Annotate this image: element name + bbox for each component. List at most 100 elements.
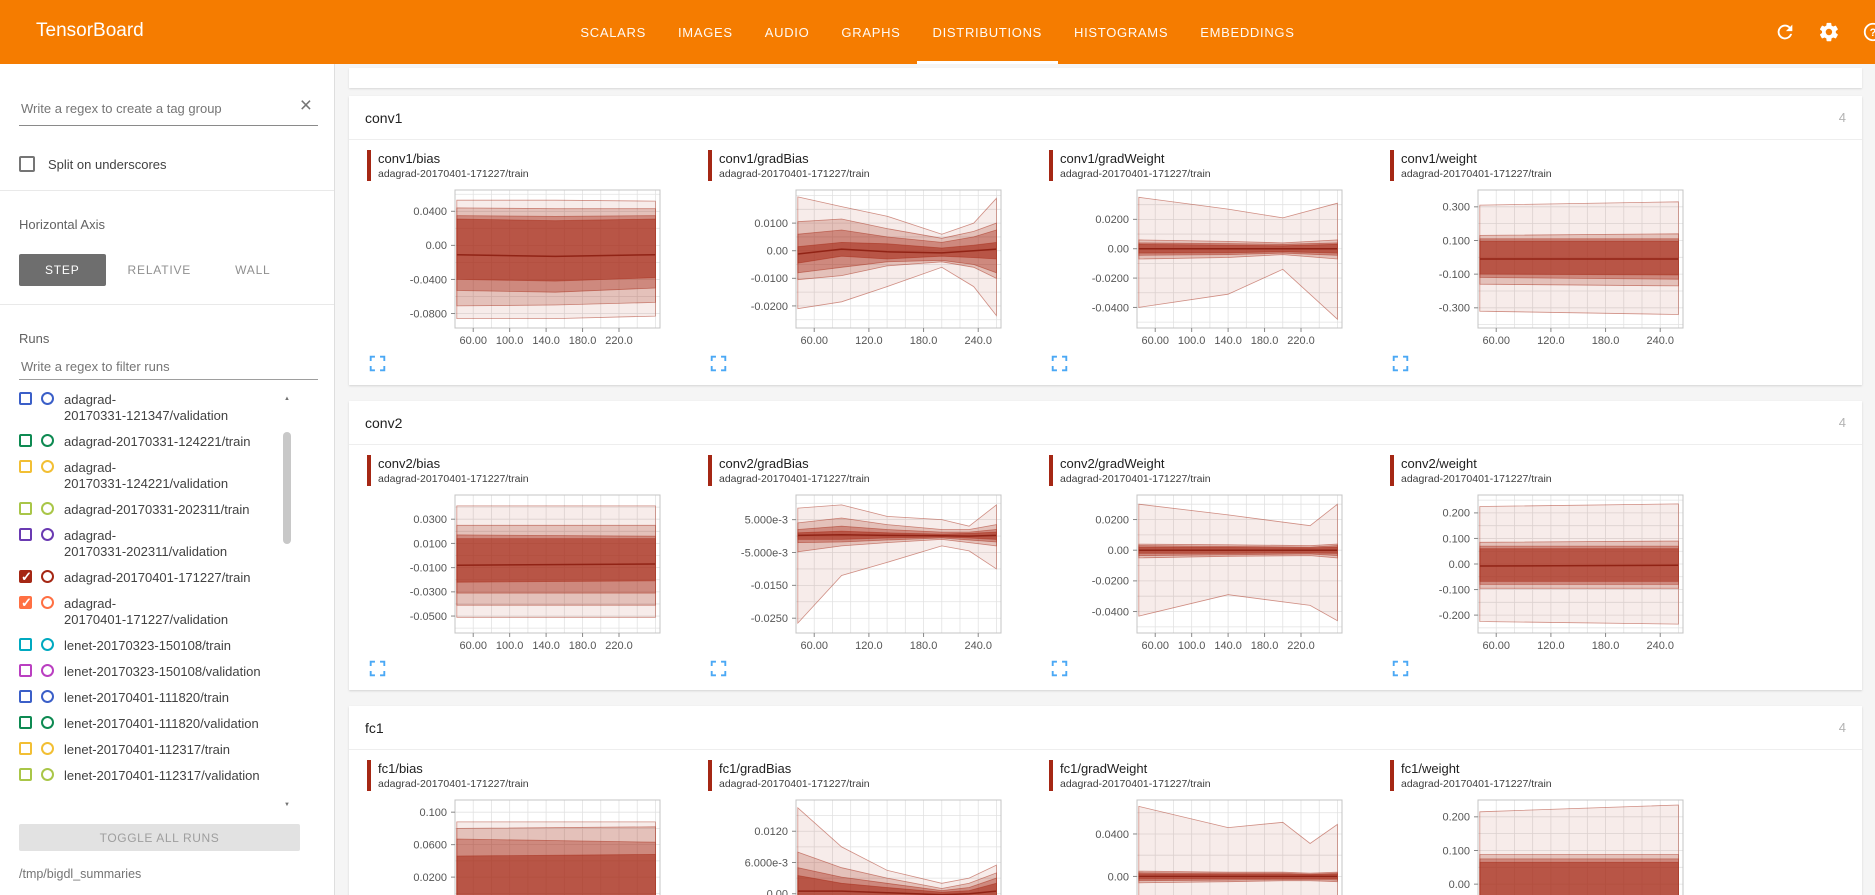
run-checkbox[interactable]: ✓ (19, 570, 32, 583)
run-color-bar (708, 150, 712, 181)
run-row[interactable]: lenet-20170401-112317/train (19, 742, 292, 758)
run-radio[interactable] (41, 460, 54, 473)
axis-mode-relative-button[interactable]: RELATIVE (106, 254, 214, 286)
run-row[interactable]: lenet-20170401-111820/validation (19, 716, 292, 732)
distribution-plot[interactable]: 0.04000.00-0.0400-0.080060.00100.0140.01… (383, 185, 665, 351)
run-checkbox[interactable] (19, 664, 32, 677)
run-checkbox[interactable] (19, 392, 32, 405)
help-icon[interactable]: ? (1862, 21, 1875, 43)
distribution-plot[interactable]: 0.2000.1000.00-0.10060.00120.0180.0240.0 (1406, 795, 1688, 895)
tab-scalars[interactable]: SCALARS (564, 0, 662, 64)
run-checkbox[interactable] (19, 638, 32, 651)
svg-text:0.300: 0.300 (1442, 202, 1470, 214)
run-checkbox[interactable] (19, 768, 32, 781)
axis-mode-step-button[interactable]: STEP (19, 254, 106, 286)
distribution-plot[interactable]: 0.01206.000e-30.0060.00120.0180.0240.0 (724, 795, 1006, 895)
run-radio[interactable] (41, 570, 54, 583)
distribution-plot[interactable]: 0.02000.00-0.0200-0.040060.00100.0140.01… (1065, 490, 1347, 656)
run-row[interactable]: ✓adagrad-20170401-171227/train (19, 570, 292, 586)
svg-text:120.0: 120.0 (855, 640, 883, 652)
run-radio[interactable] (41, 768, 54, 781)
distribution-plot[interactable]: 0.3000.100-0.100-0.30060.00120.0180.0240… (1406, 185, 1688, 351)
app-header: TensorBoard SCALARSIMAGESAUDIOGRAPHSDIST… (0, 0, 1875, 64)
main-content: conv14conv1/biasadagrad-20170401-171227/… (336, 64, 1875, 895)
distribution-plot[interactable]: 0.03000.0100-0.0100-0.0300-0.050060.0010… (383, 490, 665, 656)
svg-text:-0.0200: -0.0200 (1092, 576, 1129, 588)
run-radio[interactable] (41, 528, 54, 541)
expand-chart-button[interactable] (710, 660, 727, 677)
section-title: fc1 (365, 720, 384, 736)
distribution-plot[interactable]: 5.000e-3-5.000e-3-0.0150-0.025060.00120.… (724, 490, 1006, 656)
run-name: lenet-20170401-112317/validation (64, 768, 260, 784)
distribution-plot[interactable]: 0.04000.00-0.040060.00100.0140.0180.0220… (1065, 795, 1347, 895)
run-radio[interactable] (41, 596, 54, 609)
expand-chart-button[interactable] (369, 660, 386, 677)
tab-audio[interactable]: AUDIO (749, 0, 826, 64)
run-checkbox[interactable] (19, 690, 32, 703)
run-row[interactable]: lenet-20170401-112317/validation (19, 768, 292, 784)
runs-regex-input[interactable] (19, 358, 289, 375)
section-header-fc1[interactable]: fc14 (349, 706, 1862, 750)
tab-histograms[interactable]: HISTOGRAMS (1058, 0, 1184, 64)
svg-text:-0.0300: -0.0300 (410, 587, 447, 599)
section-header-conv1[interactable]: conv14 (349, 96, 1862, 140)
svg-text:180.0: 180.0 (910, 640, 938, 652)
runs-filter-row (19, 358, 318, 380)
run-radio[interactable] (41, 716, 54, 729)
tag-group-regex-input[interactable] (19, 100, 269, 117)
expand-chart-button[interactable] (369, 355, 386, 372)
svg-text:-0.300: -0.300 (1439, 303, 1470, 315)
expand-chart-button[interactable] (1392, 355, 1409, 372)
run-checkbox[interactable] (19, 742, 32, 755)
expand-chart-button[interactable] (710, 355, 727, 372)
expand-chart-button[interactable] (1051, 355, 1068, 372)
tab-images[interactable]: IMAGES (662, 0, 749, 64)
split-underscores-option[interactable]: Split on underscores (19, 156, 318, 172)
run-checkbox[interactable]: ✓ (19, 596, 32, 609)
settings-icon[interactable] (1818, 21, 1840, 43)
tab-distributions[interactable]: DISTRIBUTIONS (917, 0, 1059, 64)
run-radio[interactable] (41, 392, 54, 405)
run-row[interactable]: adagrad-20170331-202311/train (19, 502, 292, 518)
run-row[interactable]: lenet-20170323-150108/train (19, 638, 292, 654)
split-underscores-checkbox[interactable] (19, 156, 35, 172)
section-header-conv2[interactable]: conv24 (349, 401, 1862, 445)
run-radio[interactable] (41, 742, 54, 755)
refresh-icon[interactable] (1774, 21, 1796, 43)
sections-container: conv14conv1/biasadagrad-20170401-171227/… (349, 96, 1862, 895)
svg-text:0.0200: 0.0200 (1095, 214, 1129, 226)
run-row[interactable]: ✓adagrad-20170401-171227/validation (19, 596, 292, 628)
run-radio[interactable] (41, 690, 54, 703)
svg-text:220.0: 220.0 (605, 335, 633, 347)
runs-scrollbar[interactable]: ▲ ▼ (282, 396, 292, 808)
run-checkbox[interactable] (19, 502, 32, 515)
distribution-plot[interactable]: 0.1000.06000.0200-0.020060.00100.0140.01… (383, 795, 665, 895)
run-checkbox[interactable] (19, 460, 32, 473)
toggle-all-runs-button[interactable]: TOGGLE ALL RUNS (19, 824, 300, 851)
expand-chart-button[interactable] (1392, 660, 1409, 677)
run-radio[interactable] (41, 638, 54, 651)
run-checkbox[interactable] (19, 434, 32, 447)
run-radio[interactable] (41, 664, 54, 677)
scroll-down-icon[interactable]: ▼ (282, 802, 292, 808)
run-row[interactable]: lenet-20170323-150108/validation (19, 664, 292, 680)
run-radio[interactable] (41, 434, 54, 447)
tab-graphs[interactable]: GRAPHS (825, 0, 916, 64)
axis-mode-wall-button[interactable]: WALL (213, 254, 292, 286)
scrollbar-thumb[interactable] (283, 432, 291, 544)
run-row[interactable]: adagrad-20170331-202311/validation (19, 528, 292, 560)
run-checkbox[interactable] (19, 528, 32, 541)
distribution-plot[interactable]: 0.02000.00-0.0200-0.040060.00100.0140.01… (1065, 185, 1347, 351)
expand-chart-button[interactable] (1051, 660, 1068, 677)
run-row[interactable]: adagrad-20170331-124221/validation (19, 460, 292, 492)
tab-embeddings[interactable]: EMBEDDINGS (1184, 0, 1310, 64)
close-icon[interactable]: × (300, 96, 312, 116)
run-row[interactable]: adagrad-20170331-124221/train (19, 434, 292, 450)
run-row[interactable]: adagrad-20170331-121347/validation (19, 392, 292, 424)
scroll-up-icon[interactable]: ▲ (282, 396, 292, 402)
run-row[interactable]: lenet-20170401-111820/train (19, 690, 292, 706)
distribution-plot[interactable]: 0.01000.00-0.0100-0.020060.00120.0180.02… (724, 185, 1006, 351)
run-checkbox[interactable] (19, 716, 32, 729)
run-radio[interactable] (41, 502, 54, 515)
distribution-plot[interactable]: 0.2000.1000.00-0.100-0.20060.00120.0180.… (1406, 490, 1688, 656)
